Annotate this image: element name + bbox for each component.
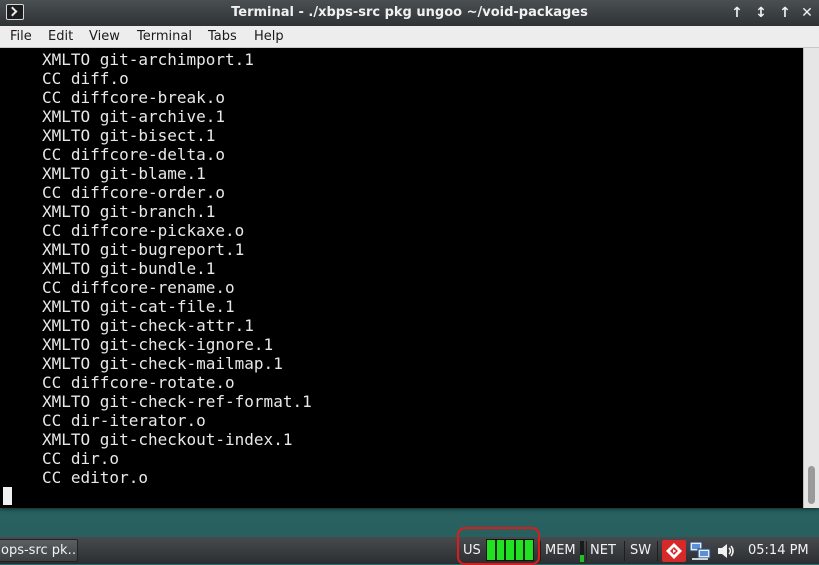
terminal-line: XMLTO git-branch.1 xyxy=(42,202,216,221)
taskbar-task-terminal[interactable]: ops-src pk… xyxy=(0,539,78,562)
menu-file[interactable]: File xyxy=(8,28,34,46)
menu-bar: File Edit View Terminal Tabs Help xyxy=(0,26,819,48)
menu-help[interactable]: Help xyxy=(252,28,286,46)
shade-button[interactable]: ↑ xyxy=(727,3,747,23)
terminal-line: XMLTO git-check-mailmap.1 xyxy=(42,354,283,373)
tray-separator xyxy=(586,541,587,561)
terminal-line: XMLTO git-archimport.1 xyxy=(42,50,254,69)
mem-usage-fill xyxy=(580,555,584,562)
terminal-output[interactable]: XMLTO git-archimport.1 CC diff.o CC diff… xyxy=(0,48,803,508)
sw-label[interactable]: SW xyxy=(630,543,651,559)
terminal-line: CC dir-iterator.o xyxy=(42,411,206,430)
terminal-line: XMLTO git-check-attr.1 xyxy=(42,316,254,335)
terminal-window[interactable]: Terminal - ./xbps-src pkg ungoo ~/void-p… xyxy=(0,0,819,508)
terminal-line: XMLTO git-cat-file.1 xyxy=(42,297,235,316)
tray-separator xyxy=(657,541,658,561)
window-title: Terminal - ./xbps-src pkg ungoo ~/void-p… xyxy=(231,5,588,20)
terminal-line: XMLTO git-archive.1 xyxy=(42,107,226,126)
mem-usage-graph[interactable] xyxy=(580,541,584,562)
net-label[interactable]: NET xyxy=(590,543,616,559)
terminal-line: CC diff.o xyxy=(42,69,129,88)
terminal-line: CC diffcore-break.o xyxy=(42,88,226,107)
terminal-line: XMLTO git-blame.1 xyxy=(42,164,206,183)
text-cursor xyxy=(3,487,12,505)
menu-view[interactable]: View xyxy=(87,28,122,46)
terminal-line: XMLTO git-check-ref-format.1 xyxy=(42,392,312,411)
terminal-line: XMLTO git-check-ignore.1 xyxy=(42,335,274,354)
maximize-button[interactable]: ↑ xyxy=(775,3,795,23)
terminal-line: XMLTO git-checkout-index.1 xyxy=(42,430,293,449)
terminal-line: CC editor.o xyxy=(42,468,148,487)
terminal-line: CC diffcore-rotate.o xyxy=(42,373,235,392)
terminal-line: CC diffcore-rename.o xyxy=(42,278,235,297)
terminal-line: XMLTO git-bundle.1 xyxy=(42,259,216,278)
terminal-line: CC diffcore-order.o xyxy=(42,183,226,202)
terminal-line: XMLTO git-bugreport.1 xyxy=(42,240,245,259)
terminal-line: CC dir.o xyxy=(42,449,120,468)
tray-separator xyxy=(624,541,625,561)
update-icon[interactable] xyxy=(662,540,686,562)
menu-tabs[interactable]: Tabs xyxy=(206,28,239,46)
tray-separator xyxy=(540,541,541,561)
highlight-annotation xyxy=(457,527,540,565)
minimize-button[interactable]: ↕ xyxy=(751,3,771,23)
terminal-scrollbar[interactable] xyxy=(803,48,819,508)
terminal-line: XMLTO git-bisect.1 xyxy=(42,126,216,145)
network-icon[interactable] xyxy=(689,540,711,562)
menu-edit[interactable]: Edit xyxy=(46,28,75,46)
volume-icon[interactable] xyxy=(716,540,736,562)
mem-label[interactable]: MEM xyxy=(545,543,576,559)
clock[interactable]: 05:14 PM xyxy=(748,543,809,559)
terminal-line: CC diffcore-delta.o xyxy=(42,145,226,164)
terminal-line: CC diffcore-pickaxe.o xyxy=(42,221,245,240)
close-button[interactable]: ✕ xyxy=(797,3,817,23)
scrollbar-thumb[interactable] xyxy=(808,466,815,504)
menu-terminal[interactable]: Terminal xyxy=(135,28,194,46)
title-bar[interactable]: Terminal - ./xbps-src pkg ungoo ~/void-p… xyxy=(0,0,819,26)
